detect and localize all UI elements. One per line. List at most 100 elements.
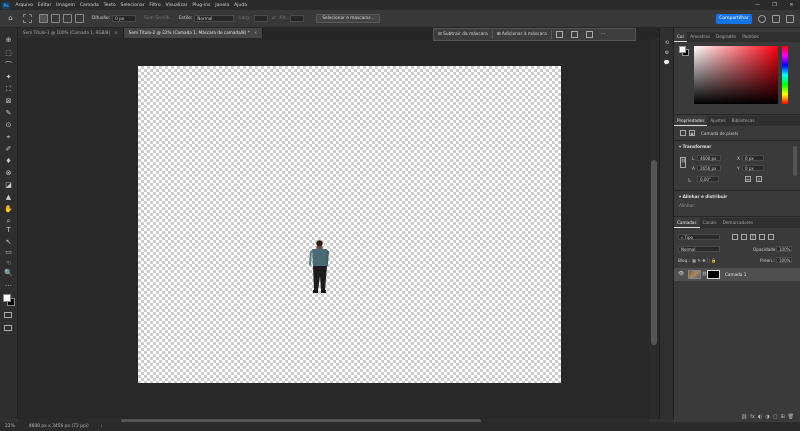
more-tools-icon[interactable]: …	[4, 280, 13, 289]
transform-section-label[interactable]: ▾ Transformar	[679, 144, 711, 149]
lock-icons[interactable]: ▦ ✎ ✥ ⛶ 🔒	[692, 258, 716, 264]
panel-foreground-swatch[interactable]	[679, 46, 686, 53]
height-field[interactable]: 2656 px	[697, 165, 721, 171]
menu-arquivo[interactable]: Arquivo	[13, 3, 35, 8]
tab-cor[interactable]: Cor	[674, 32, 688, 42]
pen-tool-icon[interactable]: ⌕	[4, 217, 13, 226]
tab-document-2[interactable]: Sem Título-2 @ 22% (Camada 1, Máscara de…	[123, 28, 264, 38]
fill-mask-icon[interactable]	[585, 31, 593, 38]
width-field[interactable]: 4608 px	[697, 155, 721, 161]
swap-icon[interactable]: ⇄	[272, 16, 276, 21]
new-group-icon[interactable]: ▢	[773, 414, 778, 422]
menu-janela[interactable]: Janela	[213, 3, 232, 8]
mask-options-icon[interactable]	[555, 31, 563, 38]
hand-tool-icon[interactable]: ☜	[4, 259, 13, 268]
add-selection-icon[interactable]	[51, 14, 60, 23]
x-field[interactable]: 0 px	[742, 155, 764, 161]
vertical-scroll-thumb[interactable]	[651, 160, 657, 345]
vertical-scrollbar[interactable]	[649, 38, 659, 419]
tab-demarcadores[interactable]: Demarcadores	[720, 218, 757, 228]
menu-filtro[interactable]: Filtro	[147, 3, 163, 8]
link-dimensions-icon[interactable]: ⛓	[680, 157, 686, 168]
add-to-mask-button[interactable]: ⊞ Adicionar à máscara	[493, 30, 552, 39]
link-layers-icon[interactable]: ⛓	[741, 414, 747, 422]
filter-smart-icon[interactable]	[768, 234, 774, 240]
blur-tool-icon[interactable]: ▲	[4, 193, 13, 202]
adjustment-layer-icon[interactable]: ◑	[765, 414, 769, 422]
properties-scroll-thumb[interactable]	[793, 146, 797, 176]
search-icon[interactable]	[758, 14, 766, 23]
new-selection-icon[interactable]	[39, 14, 48, 23]
workspace-icon[interactable]	[772, 14, 780, 23]
color-picker-field[interactable]	[694, 46, 778, 104]
add-mask-icon[interactable]: ◐	[758, 414, 762, 422]
new-layer-icon[interactable]: ⊞	[780, 414, 784, 422]
move-tool-icon[interactable]: ⊕	[4, 36, 13, 45]
dodge-tool-icon[interactable]: ✋	[4, 205, 13, 214]
eye-icon[interactable]: 👁	[678, 271, 684, 277]
properties-panel-icon[interactable]: ⚙	[663, 50, 671, 57]
close-tab-1-icon[interactable]: ×	[114, 30, 118, 35]
feather-input[interactable]: 0 px	[112, 15, 137, 22]
width-input[interactable]	[253, 15, 268, 22]
clone-stamp-tool-icon[interactable]: ✐	[4, 145, 13, 154]
mask-icon[interactable]: ◉	[689, 130, 695, 136]
subtract-from-mask-button[interactable]: ⊟ Subtrair da máscara	[434, 30, 493, 39]
home-icon[interactable]: ⌂	[6, 14, 15, 23]
frame-tool-icon[interactable]: ⊠	[4, 97, 13, 106]
path-selection-tool-icon[interactable]: ↖	[4, 238, 13, 247]
type-tool-icon[interactable]: T	[4, 226, 13, 235]
magic-wand-tool-icon[interactable]: ✦	[4, 73, 13, 82]
zoom-tool-icon[interactable]: 🔍	[4, 269, 13, 278]
status-menu-arrow[interactable]: ›	[101, 424, 103, 429]
layer-row[interactable]: 👁 ⛓ Camada 1	[674, 268, 800, 281]
menu-ajuda[interactable]: Ajuda	[232, 3, 250, 8]
align-section-label[interactable]: ▾ Alinhar e distribuir	[679, 194, 727, 199]
tab-camadas[interactable]: Camadas	[674, 218, 700, 228]
lasso-tool-icon[interactable]: ⌒	[4, 61, 13, 70]
tab-canais[interactable]: Canais	[700, 218, 720, 228]
menu-texto[interactable]: Texto	[101, 3, 118, 8]
select-and-mask-button[interactable]: Selecionar e mascarar...	[316, 14, 381, 23]
zoom-level[interactable]: 22%	[5, 424, 15, 429]
tab-bibliotecas[interactable]: Bibliotecas	[729, 116, 758, 126]
document-canvas[interactable]	[138, 66, 561, 383]
close-window-button[interactable]: ✕	[783, 0, 800, 10]
filter-shape-icon[interactable]	[759, 234, 765, 240]
opacity-field[interactable]: 100%	[776, 246, 792, 252]
minimize-button[interactable]: —	[749, 0, 766, 10]
filter-type-icon[interactable]: T	[750, 234, 756, 240]
rectangle-tool-icon[interactable]: ▭	[4, 248, 13, 257]
crop-tool-icon[interactable]: ⛶	[4, 85, 13, 94]
invert-mask-icon[interactable]	[570, 31, 578, 38]
subtract-selection-icon[interactable]	[63, 14, 72, 23]
y-field[interactable]: 0 px	[742, 165, 764, 171]
menu-visualizar[interactable]: Visualizar	[163, 3, 190, 8]
healing-brush-tool-icon[interactable]: ⊙	[4, 121, 13, 130]
comments-panel-icon[interactable]: 💬	[663, 60, 671, 67]
eyedropper-tool-icon[interactable]: ✎	[4, 109, 13, 118]
menu-imagem[interactable]: Imagem	[54, 3, 78, 8]
marquee-tool-preset-icon[interactable]	[23, 14, 32, 23]
tab-degrades[interactable]: Degradês	[713, 32, 739, 42]
layer-style-icon[interactable]: fx	[750, 414, 755, 422]
blend-mode-select[interactable]: Normal	[678, 246, 720, 252]
more-options-icon[interactable]: ⋯	[601, 31, 608, 38]
screen-mode-icon[interactable]	[4, 325, 12, 331]
menu-camada[interactable]: Camada	[77, 3, 101, 8]
height-input[interactable]	[290, 15, 305, 22]
style-select[interactable]: Normal	[194, 15, 235, 22]
delete-layer-icon[interactable]: 🗑	[788, 414, 794, 422]
filter-pixel-icon[interactable]	[732, 234, 738, 240]
brush-tool-icon[interactable]: ⌖	[4, 133, 13, 142]
flip-vertical-icon[interactable]: ⇳	[756, 176, 762, 182]
close-tab-2-icon[interactable]: ×	[254, 30, 258, 35]
angle-field[interactable]: 0,00°	[697, 176, 719, 182]
flip-horizontal-icon[interactable]: ⇹	[745, 176, 751, 182]
menu-plugins[interactable]: Plug-ins	[190, 3, 213, 8]
hue-slider[interactable]	[782, 46, 788, 104]
eraser-tool-icon[interactable]: ⊗	[4, 169, 13, 178]
tab-ajustes[interactable]: Ajustes	[707, 116, 728, 126]
menu-selecionar[interactable]: Selecionar	[118, 3, 147, 8]
intersect-selection-icon[interactable]	[75, 14, 84, 23]
